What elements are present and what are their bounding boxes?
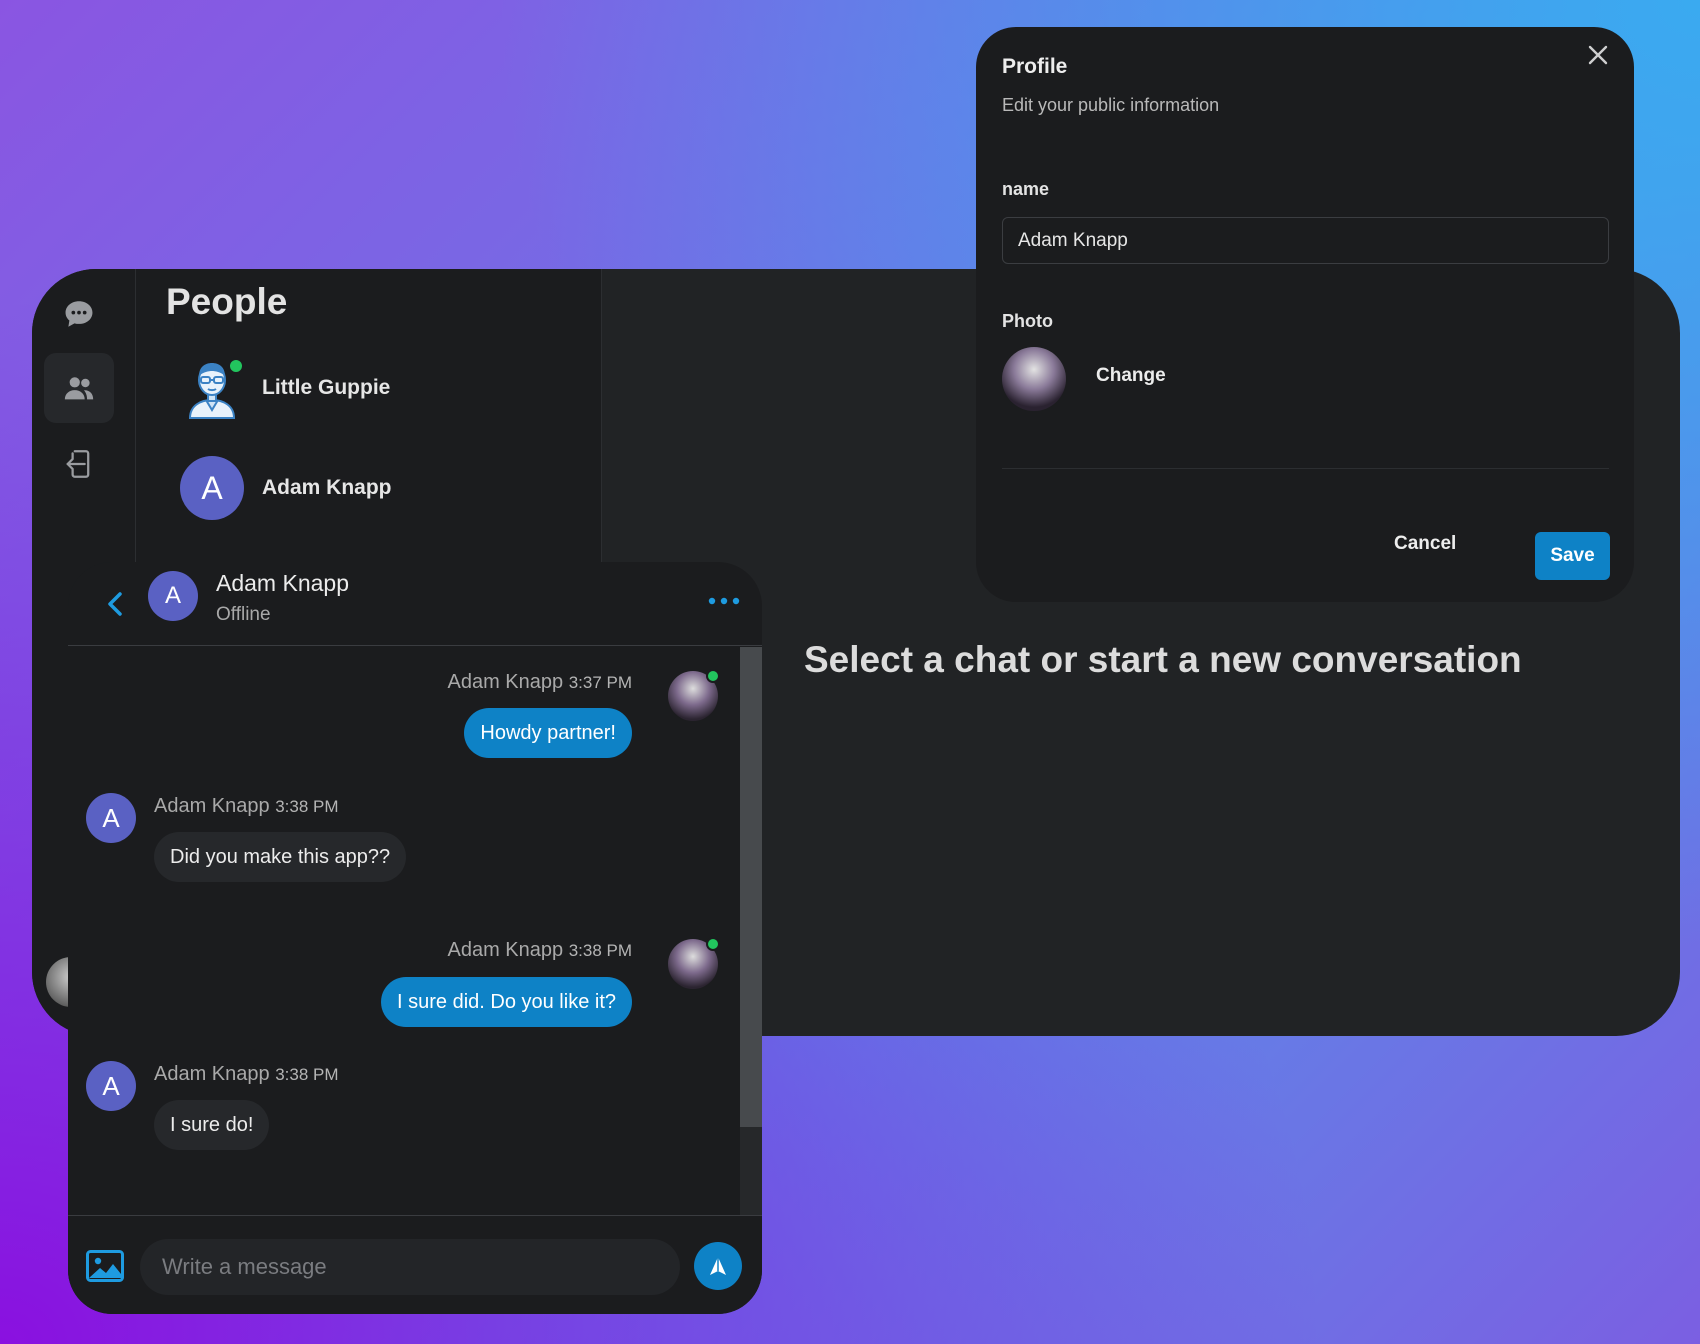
send-button[interactable] [694,1242,742,1290]
contact-avatar: A [148,571,198,621]
profile-modal: Profile Edit your public information nam… [976,27,1634,602]
person-name: Adam Knapp [262,476,392,499]
online-indicator [706,937,720,951]
online-indicator [228,358,244,374]
message-bubble: I sure did. Do you like it? [381,977,632,1027]
message-meta: Adam Knapp 3:38 PM [154,795,339,818]
contact-avatar: A [86,1061,136,1111]
message-list: Adam Knapp 3:37 PM Howdy partner! A Adam… [68,647,740,1215]
message-author: Adam Knapp [447,939,564,961]
change-photo-button[interactable]: Change [1096,365,1166,387]
person-adam-knapp[interactable]: A Adam Knapp [180,453,580,523]
message-bubble: Howdy partner! [464,708,632,758]
nav-people-button[interactable] [44,353,114,423]
nav-logout-button[interactable] [44,429,114,499]
my-avatar [668,937,720,989]
profile-photo [1002,347,1066,411]
message-time: 3:38 PM [568,941,632,960]
message-time: 3:38 PM [275,1065,339,1084]
name-label: name [1002,179,1050,199]
online-indicator [706,669,720,683]
modal-title: Profile [1002,55,1068,78]
photo-label: Photo [1002,311,1053,331]
message-scrollbar[interactable] [740,647,762,1215]
logout-icon [66,450,90,478]
save-button[interactable]: Save [1535,532,1610,580]
chat-header: A Adam Knapp Offline [68,562,762,646]
message-composer [68,1215,762,1314]
contact-name: Adam Knapp [216,570,349,596]
name-field[interactable] [1002,217,1609,264]
avatar: A [180,456,244,520]
my-avatar [668,669,720,721]
more-options-icon[interactable] [704,586,744,616]
message-input[interactable] [140,1239,680,1295]
nav-chats-button[interactable] [44,279,114,349]
modal-subtitle: Edit your public information [1002,95,1220,115]
message-author: Adam Knapp [154,1063,270,1085]
chat-window: A Adam Knapp Offline Adam Knapp 3:37 PM … [68,562,762,1314]
people-icon [64,377,94,400]
message-meta: Adam Knapp 3:37 PM [447,671,632,694]
message-author: Adam Knapp [447,671,564,693]
empty-state-message: Select a chat or start a new conversatio… [804,639,1522,680]
message-author: Adam Knapp [154,795,270,817]
send-icon [710,1257,726,1275]
people-title: People [166,281,288,322]
cancel-button[interactable]: Cancel [1394,533,1456,555]
image-upload-icon[interactable] [86,1250,124,1282]
person-name: Little Guppie [262,376,391,399]
message-meta: Adam Knapp 3:38 PM [154,1063,339,1086]
close-icon[interactable] [1584,41,1612,69]
chat-bubble-icon [65,301,93,327]
message-meta: Adam Knapp 3:38 PM [447,939,632,962]
message-bubble: Did you make this app?? [154,832,407,882]
person-little-guppie[interactable]: Little Guppie [180,353,580,423]
contact-avatar: A [86,793,136,843]
scrollbar-thumb[interactable] [740,647,762,1127]
message-bubble: I sure do! [154,1100,270,1150]
avatar [180,356,244,420]
message-time: 3:38 PM [275,797,339,816]
back-arrow-icon[interactable] [96,584,136,624]
divider [1002,468,1609,469]
contact-status: Offline [216,604,271,625]
message-time: 3:37 PM [568,673,632,692]
